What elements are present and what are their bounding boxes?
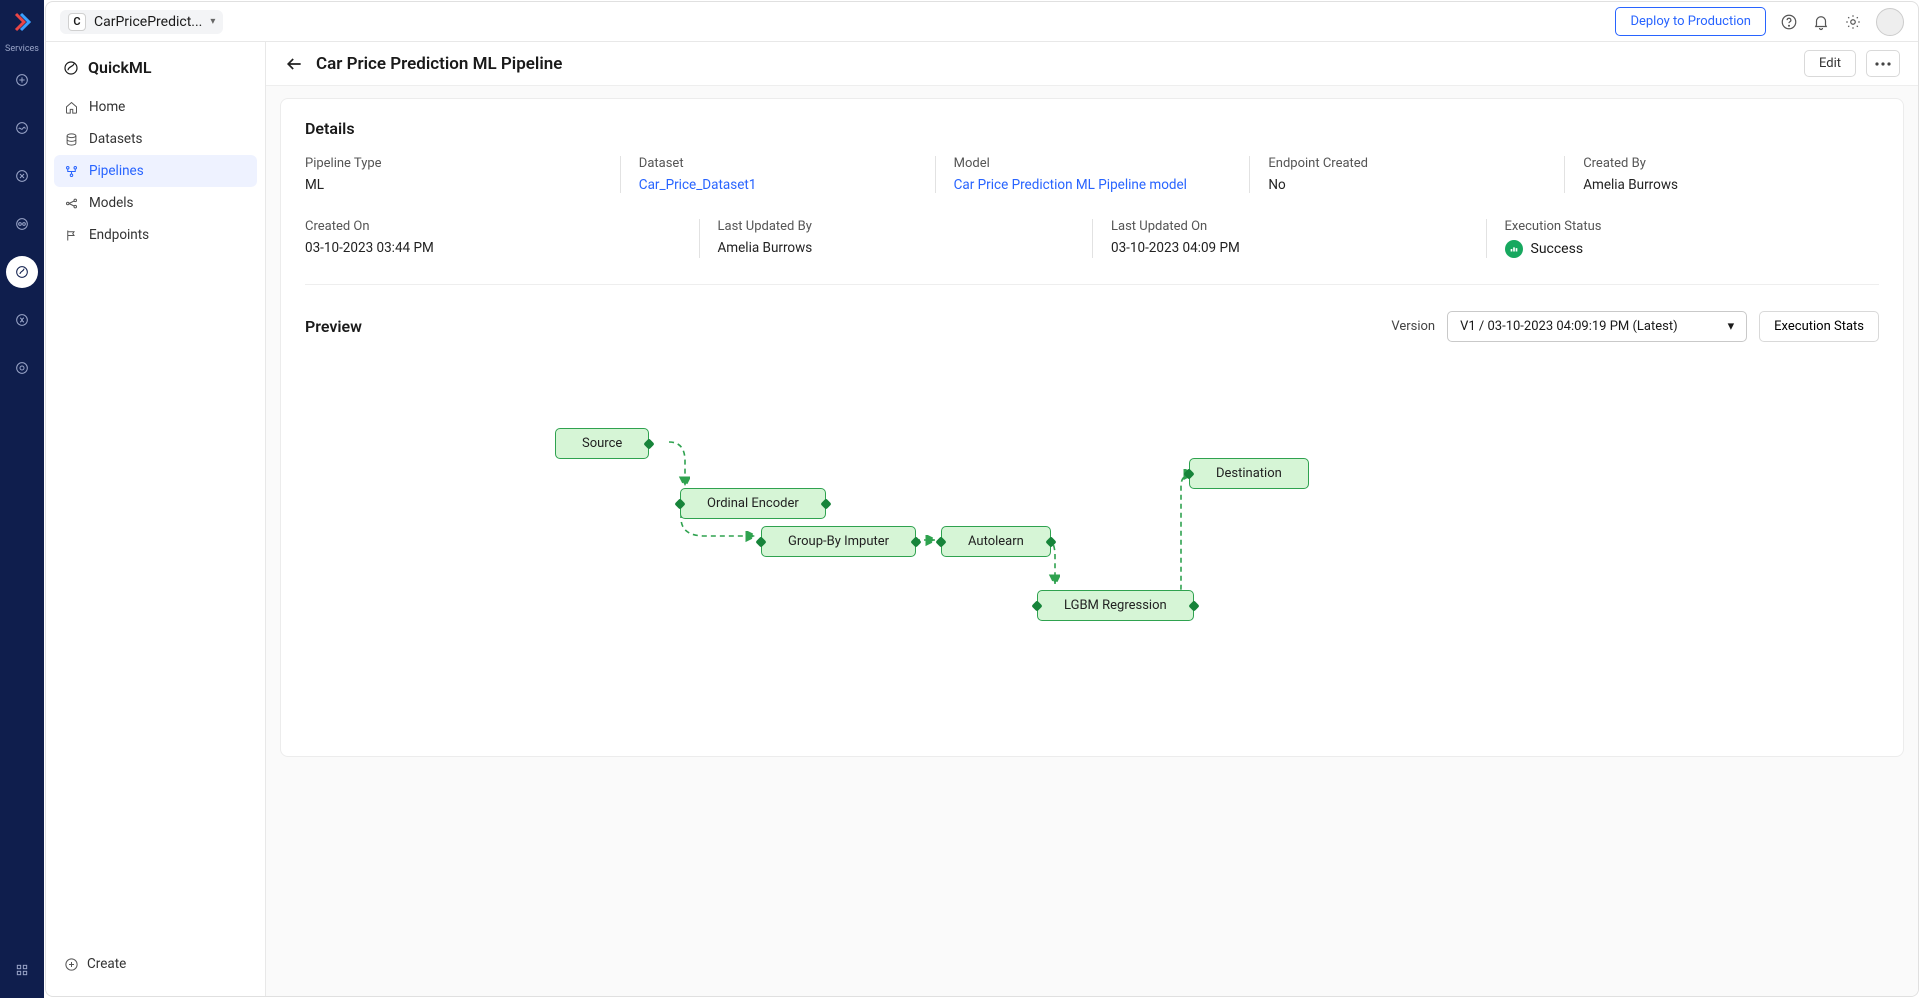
detail-item: Endpoint Created No xyxy=(1249,156,1564,193)
nav-label: Home xyxy=(89,99,125,115)
detail-label: Dataset xyxy=(639,156,917,171)
rail-service-1[interactable] xyxy=(6,64,38,96)
more-button[interactable] xyxy=(1866,50,1900,77)
detail-item: Created By Amelia Burrows xyxy=(1564,156,1879,193)
detail-item: Pipeline Type ML xyxy=(305,156,620,193)
success-icon xyxy=(1505,240,1523,258)
details-card: Details Pipeline Type MLDataset Car_Pric… xyxy=(280,98,1904,757)
chevron-down-icon: ▾ xyxy=(1728,319,1735,334)
detail-label: Created On xyxy=(305,219,681,234)
detail-item: Dataset Car_Price_Dataset1 xyxy=(620,156,935,193)
pipeline-node[interactable]: Ordinal Encoder xyxy=(680,488,826,519)
detail-label: Last Updated On xyxy=(1111,219,1468,234)
nav-label: Models xyxy=(89,195,134,211)
detail-label: Last Updated By xyxy=(718,219,1075,234)
nav-models[interactable]: Models xyxy=(54,187,257,219)
nav-home[interactable]: Home xyxy=(54,91,257,123)
main-panel: C CarPricePredict... ▾ Deploy to Product… xyxy=(45,1,1919,997)
nav-datasets[interactable]: Datasets xyxy=(54,123,257,155)
rail-services-label: Services xyxy=(5,44,39,54)
detail-value: Amelia Burrows xyxy=(718,240,1075,256)
detail-label: Endpoint Created xyxy=(1268,156,1546,171)
rail-service-7[interactable] xyxy=(6,352,38,384)
nav-label: Datasets xyxy=(89,131,142,147)
sidebar: QuickML Home Datasets Pipelines Models E… xyxy=(46,42,266,996)
detail-item: Last Updated By Amelia Burrows xyxy=(699,219,1093,258)
detail-label: Model xyxy=(954,156,1232,171)
execution-status: Success xyxy=(1505,240,1862,258)
status-text: Success xyxy=(1531,241,1584,257)
pipeline-node[interactable]: Autolearn xyxy=(941,526,1051,557)
content: Car Price Prediction ML Pipeline Edit De… xyxy=(266,42,1918,996)
project-badge: C xyxy=(68,13,86,31)
deploy-button[interactable]: Deploy to Production xyxy=(1615,7,1766,36)
detail-value[interactable]: Car Price Prediction ML Pipeline model xyxy=(954,177,1232,193)
nav-label: Pipelines xyxy=(89,163,144,179)
detail-label: Execution Status xyxy=(1505,219,1862,234)
pipeline-edges xyxy=(305,356,1879,736)
rail-service-2[interactable] xyxy=(6,112,38,144)
sidebar-title-label: QuickML xyxy=(88,58,152,77)
pipeline-graph: Source Ordinal Encoder Group-By Imputer Aut… xyxy=(305,356,1879,736)
settings-icon[interactable] xyxy=(1844,13,1862,31)
detail-value: No xyxy=(1268,177,1546,193)
nav-label: Endpoints xyxy=(89,227,149,243)
detail-item: Created On 03-10-2023 03:44 PM xyxy=(305,219,699,258)
rail-service-3[interactable] xyxy=(6,160,38,192)
version-select[interactable]: V1 / 03-10-2023 04:09:19 PM (Latest) ▾ xyxy=(1447,311,1747,342)
user-avatar[interactable] xyxy=(1876,8,1904,36)
create-button[interactable]: Create xyxy=(54,948,257,980)
rail-service-4[interactable] xyxy=(6,208,38,240)
edit-button[interactable]: Edit xyxy=(1804,50,1856,77)
project-selector[interactable]: C CarPricePredict... ▾ xyxy=(60,10,223,34)
pipeline-node[interactable]: LGBM Regression xyxy=(1037,590,1194,621)
preview-header: Preview Version V1 / 03-10-2023 04:09:19… xyxy=(305,311,1879,342)
nav-endpoints[interactable]: Endpoints xyxy=(54,219,257,251)
rail-apps-icon[interactable] xyxy=(6,954,38,986)
details-title: Details xyxy=(305,119,1879,138)
pipeline-node[interactable]: Destination xyxy=(1189,458,1309,489)
detail-item: Model Car Price Prediction ML Pipeline m… xyxy=(935,156,1250,193)
execution-stats-button[interactable]: Execution Stats xyxy=(1759,311,1879,342)
sidebar-title: QuickML xyxy=(54,58,257,91)
detail-value: 03-10-2023 03:44 PM xyxy=(305,240,681,256)
divider xyxy=(305,284,1879,285)
version-label: Version xyxy=(1391,319,1435,334)
detail-value: 03-10-2023 04:09 PM xyxy=(1111,240,1468,256)
detail-value[interactable]: Car_Price_Dataset1 xyxy=(639,177,917,193)
detail-item: Last Updated On 03-10-2023 04:09 PM xyxy=(1092,219,1486,258)
chevron-down-icon: ▾ xyxy=(210,16,215,27)
nav-pipelines[interactable]: Pipelines xyxy=(54,155,257,187)
pipeline-node[interactable]: Group-By Imputer xyxy=(761,526,916,557)
page-title: Car Price Prediction ML Pipeline xyxy=(316,54,562,74)
project-name: CarPricePredict... xyxy=(94,14,202,30)
detail-label: Pipeline Type xyxy=(305,156,602,171)
detail-value: ML xyxy=(305,177,602,193)
help-icon[interactable] xyxy=(1780,13,1798,31)
create-label: Create xyxy=(87,956,126,972)
back-button[interactable] xyxy=(284,53,306,75)
detail-item: Execution Status Success xyxy=(1486,219,1880,258)
topbar: C CarPricePredict... ▾ Deploy to Product… xyxy=(46,2,1918,42)
rail-logo xyxy=(10,10,34,34)
services-rail: Services xyxy=(0,0,44,998)
detail-value: Amelia Burrows xyxy=(1583,177,1861,193)
preview-title: Preview xyxy=(305,317,362,336)
detail-label: Created By xyxy=(1583,156,1861,171)
version-selected-value: V1 / 03-10-2023 04:09:19 PM (Latest) xyxy=(1460,319,1678,334)
bell-icon[interactable] xyxy=(1812,13,1830,31)
page-header: Car Price Prediction ML Pipeline Edit xyxy=(266,42,1918,86)
rail-service-6[interactable] xyxy=(6,304,38,336)
pipeline-node[interactable]: Source xyxy=(555,428,649,459)
rail-service-quickml[interactable] xyxy=(6,256,38,288)
quickml-icon xyxy=(62,59,80,77)
